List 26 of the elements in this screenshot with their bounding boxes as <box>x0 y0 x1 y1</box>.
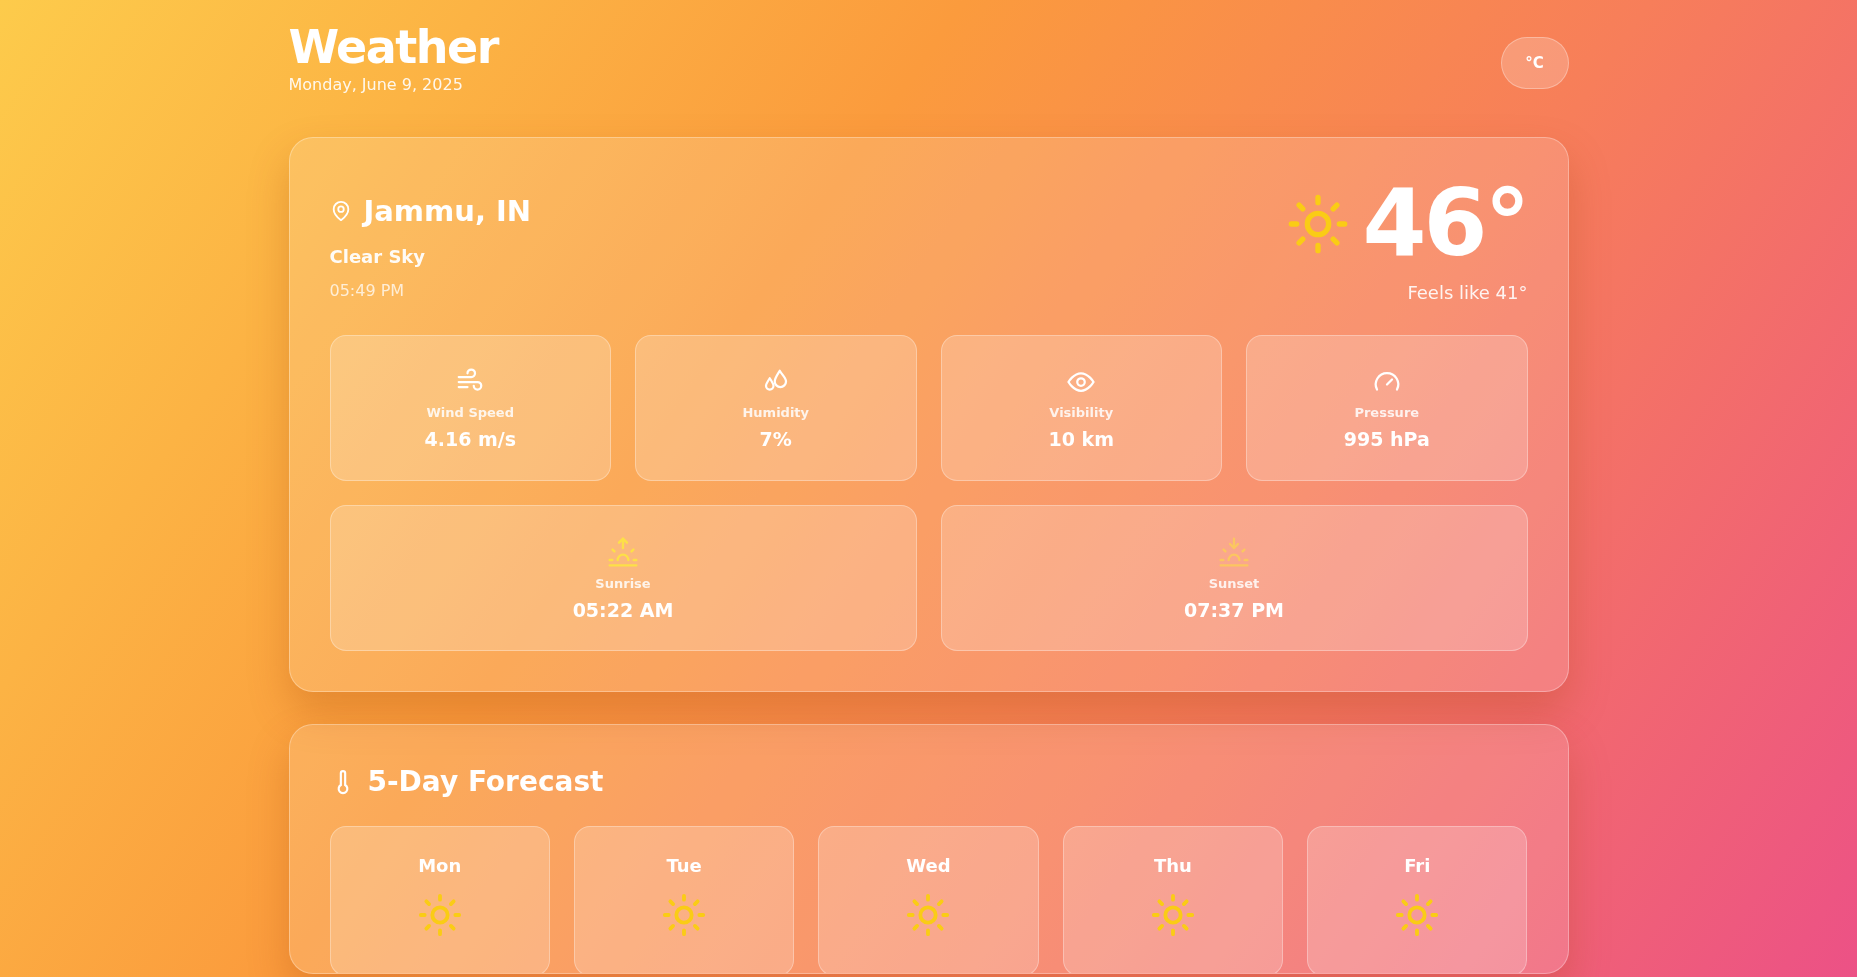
date-text: Monday, June 9, 2025 <box>288 74 464 94</box>
stat-label: Wind Speed <box>426 404 514 420</box>
day-name: Mon <box>418 855 462 876</box>
stat-label: Pressure <box>1354 404 1420 420</box>
location-name: Jammu, IN <box>363 194 532 228</box>
condition-text: Clear Sky <box>329 246 427 267</box>
stat-value: 995 hPa <box>1343 427 1430 450</box>
day-name: Tue <box>666 855 702 876</box>
sun-time-value: 05:22 AM <box>572 598 674 621</box>
sun-time-value: 07:37 PM <box>1184 598 1284 621</box>
day-name: Wed <box>906 855 951 876</box>
stat-value: 7% <box>759 427 792 450</box>
app-title: Weather <box>288 22 498 73</box>
sun-time-label: Sunrise <box>595 575 651 591</box>
day-name: Fri <box>1404 855 1431 876</box>
day-name: Thu <box>1153 855 1192 876</box>
temperature-value: 46° <box>1362 178 1528 270</box>
local-time: 05:49 PM <box>329 281 406 300</box>
forecast-title: 5-Day Forecast <box>367 765 604 798</box>
stat-label: Humidity <box>742 404 810 420</box>
feels-like-text: Feels like 41° <box>1407 282 1528 303</box>
unit-toggle-button[interactable]: °C <box>1500 37 1569 89</box>
stat-value: 4.16 m/s <box>424 427 516 450</box>
stat-label: Visibility <box>1049 404 1114 420</box>
stat-value: 10 km <box>1048 427 1114 450</box>
sun-time-label: Sunset <box>1208 575 1260 591</box>
